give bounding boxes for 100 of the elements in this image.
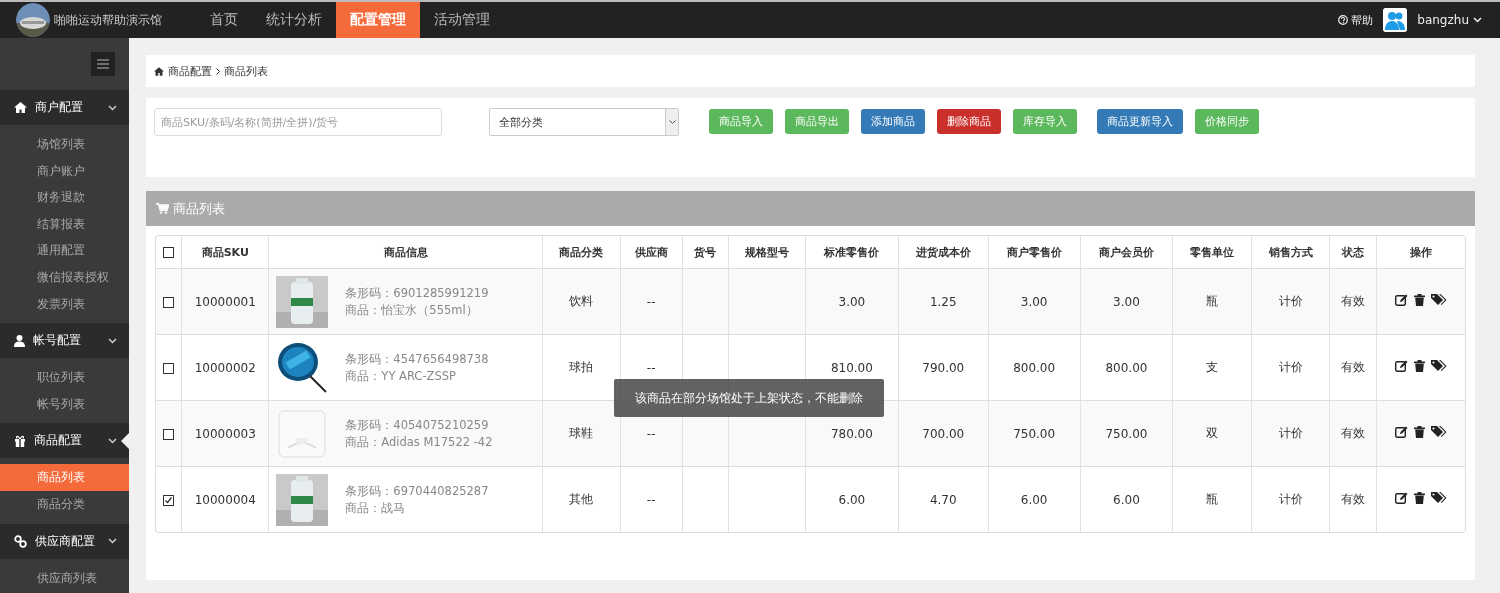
sidebar-item[interactable]: 职位列表 [0, 364, 129, 391]
table-cell: 瓶 [1172, 466, 1252, 532]
trash-icon[interactable] [1413, 360, 1425, 372]
menu-icon [97, 59, 109, 69]
product-name: 商品：战马 [345, 500, 407, 516]
chevron-down-icon [1473, 17, 1482, 23]
table-cell: 3.00 [988, 268, 1081, 335]
table-cell: 计价 [1251, 268, 1330, 335]
checkbox[interactable] [163, 247, 175, 258]
cart-icon [156, 203, 169, 214]
home-icon [14, 102, 27, 113]
table-cell: 10000004 [181, 466, 269, 532]
checkbox[interactable] [163, 428, 175, 440]
table-cell: -- [620, 268, 683, 335]
table-cell: 计价 [1251, 466, 1330, 532]
column-header: 操作 [1376, 236, 1465, 269]
toolbar-button[interactable]: 商品更新导入 [1097, 109, 1183, 134]
product-name: 商品：Adidas M17522 -42 [345, 434, 493, 450]
sidebar-item[interactable]: 供应商列表 [0, 564, 129, 592]
product-name: 商品：YY ARC-ZSSP [345, 368, 457, 384]
home-icon [154, 66, 164, 76]
sidebar-item[interactable]: 通用配置 [0, 237, 129, 264]
table-cell: 3.00 [805, 268, 899, 335]
sidebar-group[interactable]: 商品配置 [0, 423, 129, 459]
table-cell: 有效 [1329, 466, 1377, 532]
sidebar-item[interactable]: 微信报表授权 [0, 263, 129, 291]
sidebar-item[interactable]: 场馆列表 [0, 131, 129, 158]
table-cell: 700.00 [898, 400, 989, 467]
avatar[interactable] [1383, 8, 1408, 32]
table-cell: 10000003 [181, 400, 269, 467]
caret-icon [668, 119, 676, 125]
product-name: 商品：怡宝水（555ml） [345, 302, 479, 318]
chevron-down-icon [108, 337, 117, 344]
sidebar-group[interactable]: 供应商配置 [0, 523, 129, 559]
help-icon [1338, 15, 1349, 25]
edit-icon[interactable] [1394, 426, 1408, 438]
barcode-text: 条形码：6901285991219 [345, 285, 489, 301]
checkbox[interactable] [163, 362, 175, 374]
user-icon [14, 334, 25, 347]
table-cell: 6.00 [988, 466, 1081, 532]
barcode-text: 条形码：6970440825287 [345, 483, 489, 499]
help-link[interactable]: 帮助 [1338, 12, 1374, 28]
breadcrumb-item[interactable]: 商品配置 [168, 63, 212, 79]
sidebar-item[interactable]: 商品分类 [0, 490, 129, 518]
table-cell: 750.00 [988, 400, 1081, 467]
edit-icon[interactable] [1394, 492, 1408, 504]
sidebar-group[interactable]: 商户配置 [0, 90, 129, 125]
tags-icon[interactable] [1430, 426, 1447, 438]
table-cell: 饮料 [542, 268, 621, 335]
tags-icon[interactable] [1430, 294, 1447, 306]
nav-tab[interactable]: 活动管理 [420, 2, 504, 38]
site-title: 啪啪运动帮助演示馆 [54, 11, 162, 29]
edit-icon[interactable] [1394, 360, 1408, 372]
chevron-down-icon [108, 437, 117, 444]
category-select[interactable]: 全部分类 [489, 108, 679, 136]
table-cell: 1.25 [898, 268, 989, 335]
table-cell: 双 [1172, 400, 1252, 467]
sidebar-item[interactable]: 发票列表 [0, 290, 129, 318]
table-cell: 瓶 [1172, 268, 1252, 335]
barcode-text: 条形码：4547656498738 [345, 351, 489, 367]
chevron-down-icon [108, 104, 117, 111]
trash-icon[interactable] [1413, 294, 1425, 306]
sidebar-item[interactable]: 结算报表 [0, 210, 129, 238]
sidebar-item[interactable]: 财务退款 [0, 184, 129, 211]
user-menu[interactable]: bangzhu [1417, 13, 1482, 27]
panel-title: 商品列表 [173, 199, 225, 218]
toolbar-button[interactable]: 添加商品 [861, 109, 925, 134]
table-cell: -- [620, 466, 683, 532]
sidebar-group[interactable]: 帐号配置 [0, 323, 129, 359]
chevron-down-icon [108, 538, 117, 545]
table-cell: 4.70 [898, 466, 989, 532]
toolbar-button[interactable]: 删除商品 [937, 109, 1001, 134]
table-cell: 750.00 [1080, 400, 1173, 467]
table-cell: 3.00 [1080, 268, 1173, 335]
active-pointer [121, 433, 129, 450]
nav-tab[interactable]: 统计分析 [252, 2, 336, 38]
table-cell: 有效 [1329, 268, 1377, 335]
trash-icon[interactable] [1413, 426, 1425, 438]
table-cell: 球鞋 [542, 400, 621, 467]
nav-tab[interactable]: 首页 [196, 2, 252, 38]
table-cell: 6.00 [805, 466, 899, 532]
gift-icon [14, 434, 26, 447]
breadcrumb-item: 商品列表 [224, 63, 268, 79]
sidebar-item[interactable]: 商户账户 [0, 157, 129, 185]
table-cell: 其他 [542, 466, 621, 532]
sidebar-item[interactable]: 帐号列表 [0, 390, 129, 418]
tags-icon[interactable] [1430, 492, 1447, 504]
trash-icon[interactable] [1413, 492, 1425, 504]
table-cell: 6.00 [1080, 466, 1173, 532]
sidebar-item[interactable]: 商品列表 [0, 464, 129, 491]
checkbox[interactable] [163, 296, 175, 308]
edit-icon[interactable] [1394, 294, 1408, 306]
logo [16, 3, 50, 37]
chevron-right-icon [216, 67, 220, 75]
search-field[interactable]: 商品SKU/条码/名称(简拼/全拼)/货号 [154, 108, 442, 136]
table-cell: 有效 [1329, 400, 1377, 467]
nav-tab[interactable]: 配置管理 [336, 2, 420, 38]
checkbox[interactable] [163, 494, 175, 506]
menu-toggle[interactable] [91, 52, 115, 76]
tags-icon[interactable] [1430, 360, 1447, 372]
